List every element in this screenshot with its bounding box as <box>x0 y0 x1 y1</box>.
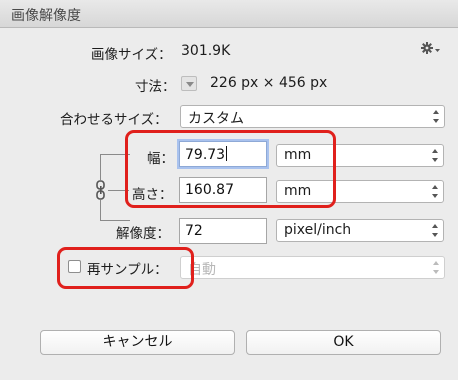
fit-to-select[interactable]: カスタム <box>180 105 445 128</box>
window-title: 画像解像度 <box>11 8 81 24</box>
dimensions-value: 226 px × 456 px <box>210 75 328 91</box>
resolution-unit-selected: pixel/inch <box>284 222 352 238</box>
resample-method-select[interactable]: 自動 <box>180 256 445 279</box>
select-arrows-icon <box>431 224 438 237</box>
image-size-value: 301.9K <box>181 43 231 59</box>
dimensions-label: 寸法： <box>135 79 176 95</box>
fit-to-label: 合わせるサイズ： <box>60 112 168 128</box>
image-size-label: 画像サイズ： <box>91 47 172 63</box>
resolution-unit-select[interactable]: pixel/inch <box>276 219 444 242</box>
highlight-resample <box>57 247 194 289</box>
select-arrows-icon <box>431 149 438 162</box>
highlight-width-height <box>125 130 336 208</box>
chevron-down-icon <box>186 82 194 87</box>
resolution-input[interactable]: 72 <box>179 218 267 244</box>
chain-link-icon[interactable] <box>94 180 108 200</box>
select-arrows-icon <box>431 185 438 198</box>
resolution-value: 72 <box>185 223 203 239</box>
resolution-label: 解像度： <box>116 226 170 242</box>
ok-button[interactable]: OK <box>246 330 441 355</box>
gear-icon[interactable] <box>420 40 442 58</box>
dimensions-disclosure-button[interactable] <box>181 76 197 91</box>
window-titlebar[interactable]: 画像解像度 <box>0 0 458 28</box>
fit-to-selected: カスタム <box>188 111 244 127</box>
cancel-button[interactable]: キャンセル <box>40 330 235 355</box>
select-arrows-icon <box>432 261 439 274</box>
select-arrows-icon <box>432 110 439 123</box>
